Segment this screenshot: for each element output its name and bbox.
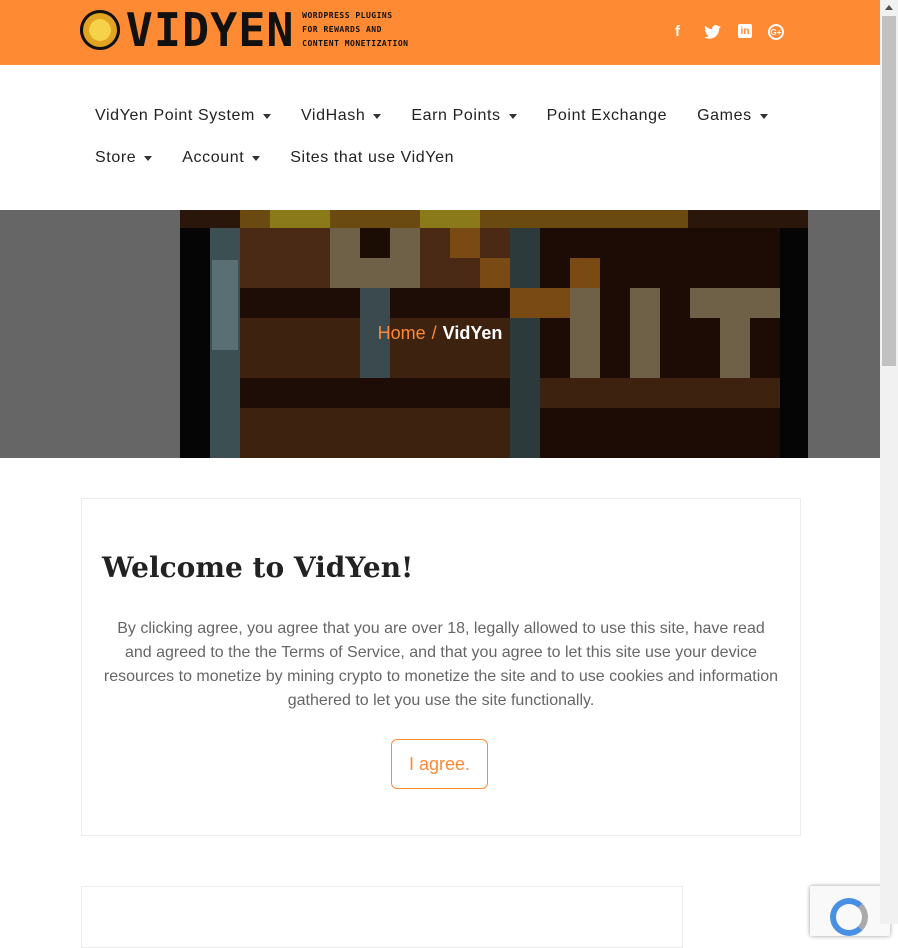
nav-item-account[interactable]: Account <box>182 149 261 167</box>
breadcrumb: Home / VidYen <box>0 323 880 344</box>
chevron-down-icon <box>373 113 382 119</box>
logo-tagline: WORDPRESS PLUGINS FOR REWARDS AND CONTEN… <box>302 11 409 48</box>
nav-row-2: Store Account Sites that use VidYen <box>95 149 454 167</box>
site-logo[interactable]: VIDYEN WORDPRESS PLUGINS FOR REWARDS AND… <box>80 3 409 57</box>
nav-item-sites-that-use-vidyen[interactable]: Sites that use VidYen <box>290 149 454 167</box>
chevron-down-icon <box>508 113 517 119</box>
coin-logo-icon <box>80 10 120 50</box>
main-navigation: VidYen Point System VidHash Earn Points … <box>0 65 880 211</box>
scrollbar-thumb[interactable] <box>882 16 896 366</box>
social-links: f in G+ <box>668 22 784 41</box>
breadcrumb-home-link[interactable]: Home <box>378 323 426 343</box>
breadcrumb-separator: / <box>431 323 437 343</box>
nav-item-store[interactable]: Store <box>95 149 153 167</box>
consent-text: By clicking agree, you agree that you ar… <box>103 620 779 709</box>
welcome-title: Welcome to VidYen! <box>102 551 414 584</box>
nav-item-earn-points[interactable]: Earn Points <box>411 107 517 125</box>
google-plus-icon[interactable]: G+ <box>768 24 784 40</box>
chevron-down-icon <box>759 113 768 119</box>
nav-row-1: VidYen Point System VidHash Earn Points … <box>95 107 768 125</box>
agree-button[interactable]: I agree. <box>391 739 488 789</box>
nav-item-vidyen-point-system[interactable]: VidYen Point System <box>95 107 271 125</box>
page-scrollbar[interactable] <box>880 0 898 924</box>
breadcrumb-current: VidYen <box>442 323 503 343</box>
recaptcha-badge[interactable] <box>810 886 890 936</box>
page-banner: Home / VidYen <box>0 210 880 458</box>
scroll-up-arrow-icon[interactable] <box>885 5 893 10</box>
recaptcha-icon <box>830 898 868 936</box>
chevron-down-icon <box>144 155 153 161</box>
logo-wordmark: VIDYEN <box>125 3 295 57</box>
linkedin-icon[interactable]: in <box>738 24 752 38</box>
site-header: VIDYEN WORDPRESS PLUGINS FOR REWARDS AND… <box>0 0 880 65</box>
nav-item-point-exchange[interactable]: Point Exchange <box>547 107 667 125</box>
twitter-icon[interactable] <box>703 22 722 41</box>
chevron-down-icon <box>262 113 271 119</box>
nav-item-vidhash[interactable]: VidHash <box>301 107 382 125</box>
welcome-card: Welcome to VidYen! By clicking agree, yo… <box>81 498 801 836</box>
facebook-icon[interactable]: f <box>668 22 687 41</box>
nav-item-games[interactable]: Games <box>697 107 768 125</box>
content-card <box>81 886 683 948</box>
chevron-down-icon <box>252 155 261 161</box>
